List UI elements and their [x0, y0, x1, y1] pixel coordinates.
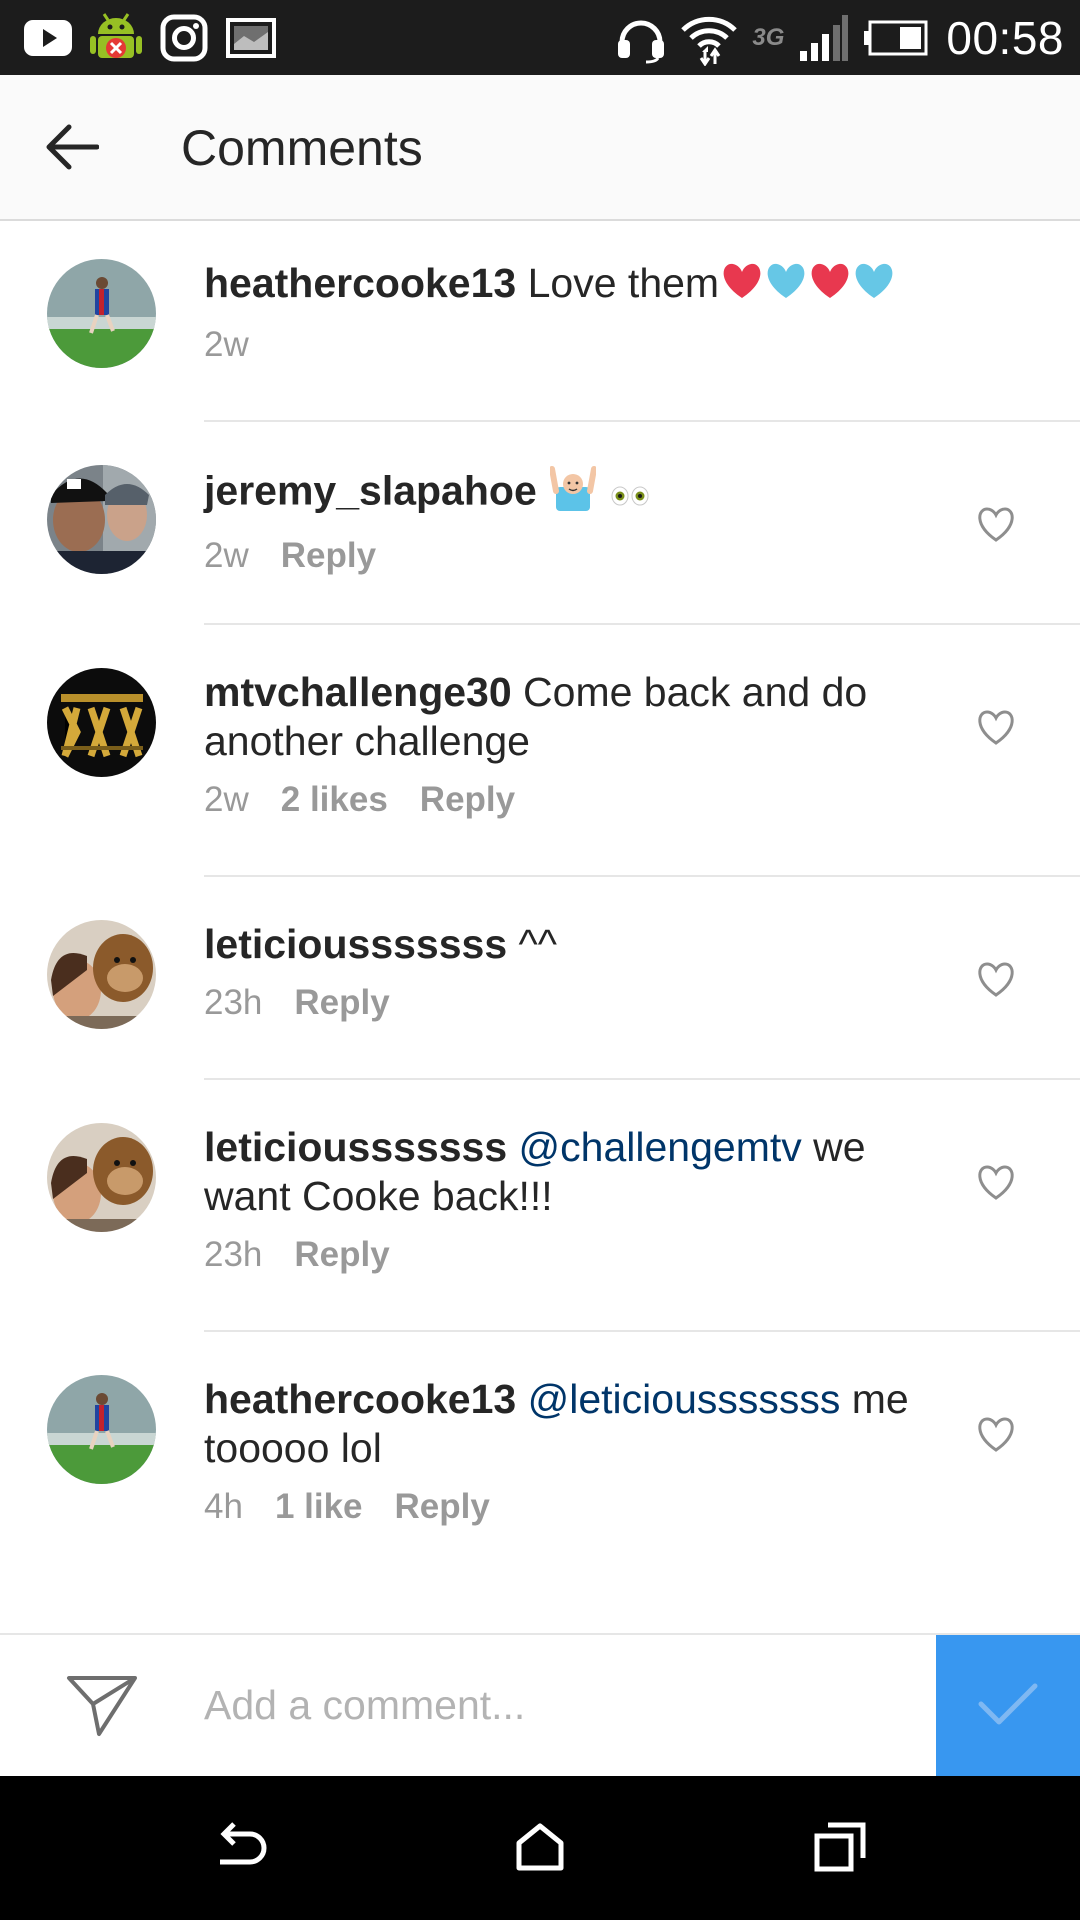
app-bar: Comments: [0, 75, 1080, 221]
heart-outline-icon: [976, 1416, 1016, 1458]
likes-count[interactable]: 2 likes: [281, 780, 388, 820]
system-nav-bar: [0, 1776, 1080, 1920]
comment-username[interactable]: heathercooke13: [204, 260, 516, 306]
avatar[interactable]: [47, 920, 156, 1029]
comment-username[interactable]: leticiousssssss: [204, 921, 507, 967]
blue-heart-icon: [853, 262, 895, 311]
blue-heart-icon: [765, 262, 807, 311]
comment-username[interactable]: jeremy_slapahoe: [204, 467, 537, 513]
system-home-button[interactable]: [500, 1814, 580, 1884]
likes-count[interactable]: 1 like: [275, 1487, 363, 1527]
instagram-icon: [160, 14, 208, 62]
comment-body: jeremy_slapahoe 2w Reply: [204, 465, 944, 576]
comment-meta: 2w: [204, 325, 944, 365]
reply-button[interactable]: Reply: [395, 1487, 490, 1527]
system-back-button[interactable]: [200, 1814, 280, 1884]
comment-text: heathercooke13 @leticiousssssss me toooo…: [204, 1375, 944, 1473]
comment-body: leticiousssssss ^^ 23h Reply: [204, 920, 944, 1023]
divider: [204, 875, 1080, 877]
comment-mention[interactable]: @challengemtv: [519, 1124, 802, 1170]
avatar[interactable]: [47, 1375, 156, 1484]
arrow-left-icon: [45, 123, 100, 176]
wifi-icon: [680, 10, 738, 66]
divider: [204, 623, 1080, 625]
raising-hands-person-icon: [549, 465, 598, 522]
comment-message: ^^: [518, 921, 558, 967]
like-button[interactable]: [972, 1415, 1020, 1459]
comment-meta: 2w Reply: [204, 536, 944, 576]
avatar[interactable]: [47, 259, 156, 368]
comment-time: 2w: [204, 536, 249, 575]
comment-text: heathercooke13 Love them: [204, 259, 944, 311]
eyes-icon: [610, 469, 650, 518]
like-button[interactable]: [972, 505, 1020, 549]
recents-nav-icon: [814, 1822, 866, 1877]
heart-outline-icon: [976, 709, 1016, 751]
comment-username[interactable]: mtvchallenge30: [204, 669, 512, 715]
comment-text: leticiousssssss @challengemtv we want Co…: [204, 1123, 944, 1221]
gallery-icon: [226, 17, 276, 58]
comment-time: 2w: [204, 324, 249, 364]
divider: [204, 1330, 1080, 1332]
comment-meta: 2w 2 likes Reply: [204, 780, 944, 820]
comment-text: leticiousssssss ^^: [204, 920, 944, 969]
android-debug-icon: [90, 10, 142, 66]
comment-username[interactable]: heathercooke13: [204, 1376, 516, 1422]
paper-plane-icon: [66, 1674, 138, 1743]
comment-body: heathercooke13 @leticiousssssss me toooo…: [204, 1375, 944, 1527]
comment-meta: 23h Reply: [204, 983, 944, 1023]
reply-button[interactable]: Reply: [420, 780, 515, 820]
heart-outline-icon: [976, 961, 1016, 1003]
comment-meta: 4h 1 like Reply: [204, 1487, 944, 1527]
reply-button[interactable]: Reply: [294, 1235, 389, 1275]
comment-body: leticiousssssss @challengemtv we want Co…: [204, 1123, 944, 1275]
status-right-icons: 3G 00:58: [616, 10, 1064, 66]
comment-username[interactable]: leticiousssssss: [204, 1124, 507, 1170]
direct-share-button[interactable]: [64, 1673, 140, 1743]
divider: [204, 420, 1080, 422]
checkmark-icon: [977, 1682, 1039, 1731]
reply-button[interactable]: Reply: [281, 536, 376, 576]
youtube-icon: [24, 19, 72, 56]
comment-meta: 23h Reply: [204, 1235, 944, 1275]
comment-time: 23h: [204, 983, 263, 1022]
like-button[interactable]: [972, 960, 1020, 1004]
home-nav-icon: [515, 1823, 565, 1876]
comment-input[interactable]: [204, 1663, 924, 1747]
heart-outline-icon: [976, 506, 1016, 548]
system-recents-button[interactable]: [800, 1814, 880, 1884]
avatar[interactable]: [47, 1123, 156, 1232]
back-button[interactable]: [40, 117, 104, 181]
avatar[interactable]: [47, 668, 156, 777]
compose-bar: [0, 1633, 1080, 1778]
headset-icon: [616, 12, 666, 64]
comment-text: jeremy_slapahoe: [204, 465, 944, 522]
post-comment-button[interactable]: [936, 1635, 1080, 1778]
back-nav-icon: [212, 1821, 268, 1877]
avatar[interactable]: [47, 465, 156, 574]
status-left-icons: [24, 10, 276, 66]
signal-icon: [798, 14, 849, 61]
like-button[interactable]: [972, 1163, 1020, 1207]
network-type-label: 3G: [752, 23, 785, 51]
heart-outline-icon: [976, 1164, 1016, 1206]
divider: [204, 1078, 1080, 1080]
comment-message: Love them: [527, 260, 720, 306]
battery-icon: [862, 20, 928, 56]
comment-time: 2w: [204, 780, 249, 819]
status-bar: 3G 00:58: [0, 0, 1080, 75]
status-clock: 00:58: [946, 11, 1064, 64]
reply-button[interactable]: Reply: [294, 983, 389, 1023]
page-title: Comments: [181, 120, 423, 176]
comment-time: 23h: [204, 1235, 263, 1274]
comment-text: mtvchallenge30 Come back and do another …: [204, 668, 944, 766]
comment-body: heathercooke13 Love them 2w: [204, 259, 944, 365]
red-heart-icon: [721, 262, 763, 311]
red-heart-icon: [809, 262, 851, 311]
comment-time: 4h: [204, 1487, 243, 1526]
comment-mention[interactable]: @leticiousssssss: [528, 1376, 841, 1422]
like-button[interactable]: [972, 708, 1020, 752]
comment-body: mtvchallenge30 Come back and do another …: [204, 668, 944, 820]
